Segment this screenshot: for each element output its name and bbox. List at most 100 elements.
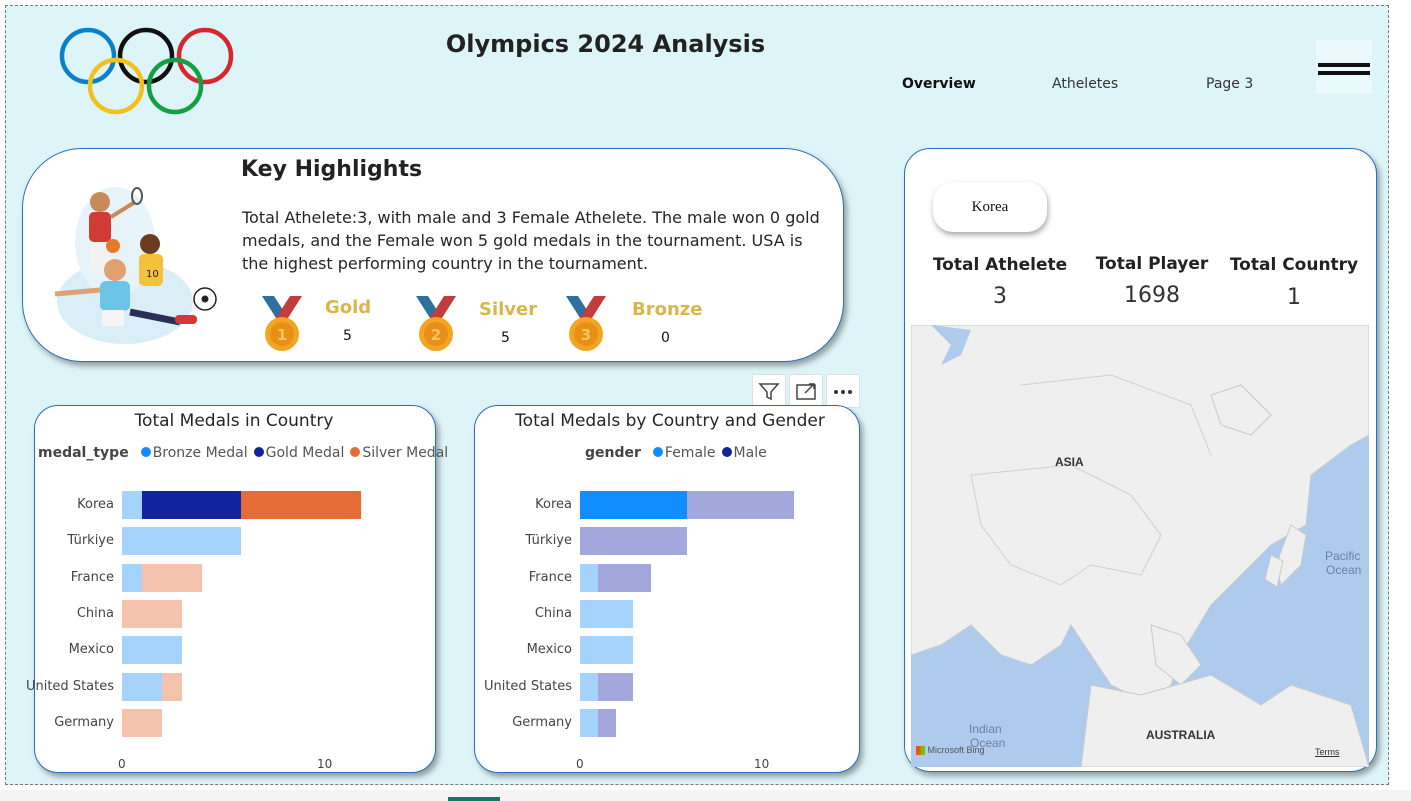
bar-segment[interactable] <box>580 563 598 592</box>
hamburger-menu-button[interactable] <box>1316 40 1372 94</box>
bar-segment[interactable] <box>580 527 687 556</box>
kpi-total-country-value: 1 <box>1287 285 1301 310</box>
chart-title: Total Medals by Country and Gender <box>515 411 825 431</box>
kpi-total-player-label: Total Player <box>1095 254 1209 274</box>
svg-text:10: 10 <box>146 269 159 280</box>
category-label: Germany <box>512 714 572 730</box>
legend-title: medal_type <box>38 445 129 461</box>
bar-segment[interactable] <box>141 491 242 519</box>
bar-segment[interactable] <box>122 599 182 628</box>
legend-dot-icon <box>140 447 151 457</box>
bar-segment[interactable] <box>686 491 794 519</box>
nav-page-3[interactable]: Page 3 <box>1206 76 1253 92</box>
bar-segment[interactable] <box>597 672 634 701</box>
category-label: China <box>534 605 572 621</box>
map-label-ocean: Ocean <box>1326 563 1362 577</box>
bar-segment[interactable] <box>122 636 182 665</box>
category-label: Germany <box>54 714 114 730</box>
bar-segment[interactable] <box>122 708 162 737</box>
bar-segment[interactable] <box>597 563 652 592</box>
kpi-total-athelete-value: 3 <box>993 284 1007 309</box>
legend-item[interactable]: Female <box>665 445 716 461</box>
expand-icon <box>796 383 816 400</box>
bronze-value: 0 <box>661 330 670 346</box>
bar-segment[interactable] <box>122 491 142 519</box>
key-highlights-summary: Total Athelete:3, with male and 3 Female… <box>242 208 820 273</box>
bar-segment[interactable] <box>161 672 182 701</box>
x-tick-label: 10 <box>317 757 333 771</box>
filter-icon <box>758 383 780 401</box>
legend-item[interactable]: Silver Medal <box>362 445 448 461</box>
country-slicer[interactable]: Korea <box>933 182 1047 232</box>
gold-label: Gold <box>325 297 372 318</box>
category-label: Korea <box>77 497 114 512</box>
kpi-total-athelete-label: Total Athelete <box>932 255 1068 275</box>
silver-label: Silver <box>479 299 538 320</box>
bronze-medal-icon: 3 <box>566 296 606 351</box>
category-label: United States <box>483 678 572 694</box>
map-label-australia: AUSTRALIA <box>1146 728 1216 742</box>
legend-dot-icon <box>350 447 361 457</box>
filter-button[interactable] <box>752 374 786 408</box>
x-tick-label: 0 <box>576 757 584 771</box>
category-label: Türkiye <box>67 533 114 549</box>
kpi-total-player-value: 1698 <box>1124 283 1180 308</box>
category-label: Korea <box>535 497 572 512</box>
category-label: Türkiye <box>525 533 572 549</box>
kpi-total-country-label: Total Country <box>1229 255 1359 275</box>
bar-segment[interactable] <box>122 527 242 556</box>
key-highlights-title: Key Highlights <box>241 157 423 182</box>
chart-legend: gender Female Male <box>585 445 767 461</box>
legend-title: gender <box>585 445 641 461</box>
map-label-pacific: Pacific <box>1325 549 1361 563</box>
chart-title: Total Medals in Country <box>134 411 334 431</box>
x-tick-label: 0 <box>118 757 126 771</box>
bar-segment[interactable] <box>141 563 202 592</box>
bar-segment[interactable] <box>580 672 598 701</box>
focus-mode-button[interactable] <box>789 374 823 408</box>
legend-dot-icon <box>652 447 663 457</box>
legend-dot-icon <box>721 447 732 457</box>
microsoft-logo-icon <box>916 746 925 756</box>
bar-segment[interactable] <box>597 708 616 737</box>
more-options-icon <box>834 390 852 394</box>
page-tab-strip <box>0 790 1411 801</box>
bar-segment[interactable] <box>122 563 142 592</box>
map-terms-link[interactable]: Terms <box>1315 747 1340 757</box>
active-tab-indicator <box>448 797 500 801</box>
category-label: China <box>76 605 114 621</box>
bar-segment[interactable] <box>580 708 598 737</box>
legend-item[interactable]: Bronze Medal <box>153 445 248 461</box>
silver-medal-icon: 2 <box>416 296 456 351</box>
bar-segment[interactable] <box>241 491 361 519</box>
nav-overview[interactable]: Overview <box>902 76 976 92</box>
bar-segment[interactable] <box>122 672 162 701</box>
category-label: United States <box>25 678 114 694</box>
gold-medal-number: 1 <box>277 326 287 344</box>
bronze-medal-number: 3 <box>581 326 591 344</box>
silver-value: 5 <box>501 330 510 346</box>
silver-medal-number: 2 <box>431 326 441 344</box>
category-label: Mexico <box>526 642 572 658</box>
bronze-label: Bronze <box>632 299 703 320</box>
x-tick-label: 10 <box>754 757 770 771</box>
hamburger-line-icon <box>1318 71 1370 75</box>
bing-attribution-text: Microsoft Bing <box>927 745 985 755</box>
nav-atheletes[interactable]: Atheletes <box>1052 76 1118 92</box>
page-title: Olympics 2024 Analysis <box>445 30 766 58</box>
bar-segment[interactable] <box>580 636 634 665</box>
bar-segment[interactable] <box>580 599 634 628</box>
legend-dot-icon <box>253 447 264 457</box>
bar-segment[interactable] <box>580 491 687 519</box>
gold-medal-icon: 1 <box>262 296 302 351</box>
hamburger-line-icon <box>1318 63 1370 67</box>
map-label-asia: ASIA <box>1055 455 1084 469</box>
category-label: Mexico <box>68 642 114 658</box>
map-label-indian: Indian <box>969 722 1002 736</box>
bing-attribution: Microsoft Bing <box>916 745 985 756</box>
category-label: France <box>528 569 572 585</box>
more-options-button[interactable] <box>826 374 860 408</box>
legend-item[interactable]: Male <box>734 445 767 461</box>
legend-item[interactable]: Gold Medal <box>266 445 345 461</box>
country-map[interactable]: ASIA Pacific Ocean Indian Ocean AUSTRALI… <box>911 325 1369 767</box>
